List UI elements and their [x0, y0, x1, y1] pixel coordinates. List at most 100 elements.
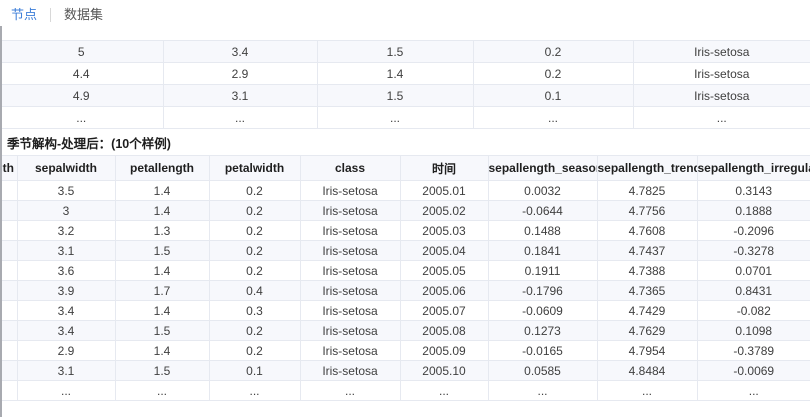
table-cell: ...	[488, 381, 597, 401]
table-cell: 4.8484	[597, 361, 697, 381]
table-cell: 1.5	[115, 241, 209, 261]
table-cell	[0, 281, 17, 301]
table-cell	[0, 381, 17, 401]
table-cell: 0.2	[209, 221, 300, 241]
table-cell: 1.4	[115, 261, 209, 281]
table-cell: 1.3	[115, 221, 209, 241]
column-header: petallength	[115, 156, 209, 181]
table-cell: 4.7954	[597, 341, 697, 361]
table-cell: 0.2	[209, 261, 300, 281]
table-cell: Iris-setosa	[300, 301, 400, 321]
section-title: 季节解构-处理后：(10个样例)	[0, 129, 810, 155]
table-cell	[0, 201, 17, 221]
column-header: petalwidth	[209, 156, 300, 181]
table-cell: 0.2	[209, 181, 300, 201]
tab-nodes[interactable]: 节点	[11, 7, 37, 22]
table-cell: Iris-setosa	[633, 85, 810, 107]
table-cell: 4.7429	[597, 301, 697, 321]
table-cell: 3.4	[17, 321, 115, 341]
table-cell: 0.1	[473, 85, 633, 107]
table-cell: Iris-setosa	[633, 63, 810, 85]
table-cell: 2005.10	[400, 361, 488, 381]
table-cell: 3	[17, 201, 115, 221]
table-cell: 1.5	[115, 321, 209, 341]
table-row: 31.40.2Iris-setosa2005.02-0.06444.77560.…	[0, 201, 810, 221]
table-cell: 2005.02	[400, 201, 488, 221]
table-cell: 3.4	[17, 301, 115, 321]
table-cell: -0.0165	[488, 341, 597, 361]
table-cell: 1.5	[317, 41, 473, 63]
table-row: 3.51.40.2Iris-setosa2005.010.00324.78250…	[0, 181, 810, 201]
table-cell: Iris-setosa	[300, 201, 400, 221]
column-header: sepalwidth	[17, 156, 115, 181]
table-cell: 2.9	[163, 63, 317, 85]
table-cell: 4.7365	[597, 281, 697, 301]
table-cell: 0.4	[209, 281, 300, 301]
table-cell: 3.6	[17, 261, 115, 281]
table-cell: 2005.05	[400, 261, 488, 281]
table-cell: 0.8431	[697, 281, 810, 301]
table-cell: 2.9	[17, 341, 115, 361]
table-row: ........................	[0, 381, 810, 401]
column-header: sepallength_trend	[597, 156, 697, 181]
table-cell: 0.1273	[488, 321, 597, 341]
table-cell: ...	[300, 381, 400, 401]
input-preview-table: 53.41.50.2Iris-setosa4.42.91.40.2Iris-se…	[0, 40, 810, 129]
table-row: 3.11.50.1Iris-setosa2005.100.05854.8484-…	[0, 361, 810, 381]
table-cell: 0.3	[209, 301, 300, 321]
table-cell: 0.2	[209, 241, 300, 261]
result-preview-table: thsepalwidthpetallengthpetalwidthclass时间…	[0, 155, 810, 401]
table-cell: -0.3789	[697, 341, 810, 361]
table-cell	[0, 361, 17, 381]
table-cell: Iris-setosa	[633, 41, 810, 63]
table-cell: 1.4	[317, 63, 473, 85]
table-cell: ...	[473, 107, 633, 129]
table-cell: 2005.08	[400, 321, 488, 341]
table-row: ...............	[0, 107, 810, 129]
table-cell: 1.5	[317, 85, 473, 107]
table-cell: ...	[209, 381, 300, 401]
table-cell: 1.4	[115, 301, 209, 321]
preview-panel: 节点 数据集 53.41.50.2Iris-setosa4.42.91.40.2…	[0, 0, 810, 417]
tab-divider	[50, 8, 51, 22]
table-cell: -0.082	[697, 301, 810, 321]
table-cell: ...	[115, 381, 209, 401]
table-cell: 0.1	[209, 361, 300, 381]
table-cell: 4.4	[0, 63, 163, 85]
table-cell: 2005.09	[400, 341, 488, 361]
table-cell: ...	[597, 381, 697, 401]
table-cell: ...	[697, 381, 810, 401]
table-cell: 4.7756	[597, 201, 697, 221]
table-cell: Iris-setosa	[300, 261, 400, 281]
panel-left-border	[0, 26, 2, 417]
table-cell	[0, 301, 17, 321]
table-cell: 4.9	[0, 85, 163, 107]
table-cell: 2005.01	[400, 181, 488, 201]
table-cell: 0.1888	[697, 201, 810, 221]
table-row: 2.91.40.2Iris-setosa2005.09-0.01654.7954…	[0, 341, 810, 361]
table-cell: -0.1796	[488, 281, 597, 301]
table-cell: 3.5	[17, 181, 115, 201]
table-row: 3.41.40.3Iris-setosa2005.07-0.06094.7429…	[0, 301, 810, 321]
table-cell: -0.2096	[697, 221, 810, 241]
table-cell: 3.1	[17, 241, 115, 261]
table-cell: 4.7437	[597, 241, 697, 261]
table-cell	[0, 341, 17, 361]
table-cell: 0.2	[473, 41, 633, 63]
table-header-row: thsepalwidthpetallengthpetalwidthclass时间…	[0, 156, 810, 181]
table-cell: ...	[400, 381, 488, 401]
table-cell: Iris-setosa	[300, 341, 400, 361]
table-cell: -0.0609	[488, 301, 597, 321]
table-cell	[0, 181, 17, 201]
table-cell: 1.4	[115, 341, 209, 361]
table-cell: 3.4	[163, 41, 317, 63]
table-cell: 5	[0, 41, 163, 63]
table-cell: 2005.04	[400, 241, 488, 261]
table-cell: -0.0644	[488, 201, 597, 221]
table-cell: 4.7629	[597, 321, 697, 341]
table-cell: 0.1841	[488, 241, 597, 261]
table-cell: 0.2	[209, 201, 300, 221]
tab-dataset[interactable]: 数据集	[64, 7, 103, 22]
column-header: class	[300, 156, 400, 181]
table-cell: ...	[17, 381, 115, 401]
